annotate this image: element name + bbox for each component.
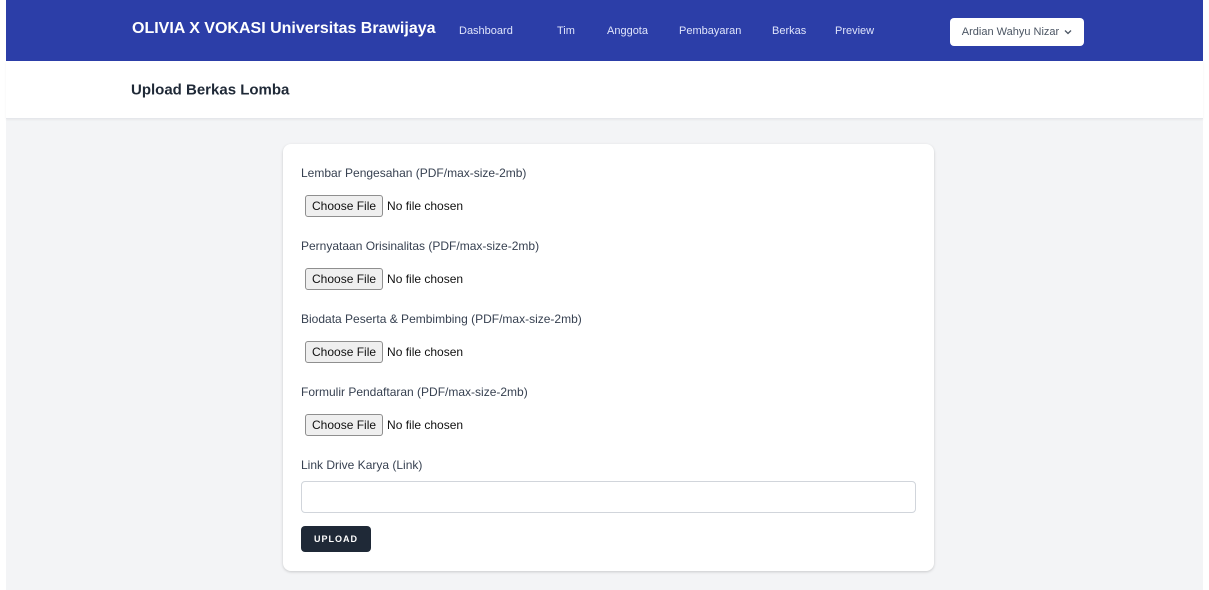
pernyataan-orisinalitas-label: Pernyataan Orisinalitas (PDF/max-size-2m… [301,239,540,253]
user-dropdown[interactable]: Ardian Wahyu Nizar [950,18,1084,46]
upload-button[interactable]: UPLOAD [301,526,371,552]
page-title: Upload Berkas Lomba [131,81,290,99]
pernyataan-orisinalitas-file-input[interactable]: Choose File No file chosen [305,268,463,290]
nav-tim[interactable]: Tim [557,25,575,37]
formulir-pendaftaran-label: Formulir Pendaftaran (PDF/max-size-2mb) [301,385,528,399]
nav-preview[interactable]: Preview [835,25,874,37]
link-drive-input[interactable] [301,481,916,513]
choose-file-button[interactable]: Choose File [305,268,384,290]
choose-file-button[interactable]: Choose File [305,195,384,217]
top-navbar: OLIVIA X VOKASI Universitas Brawijaya Da… [6,0,1203,61]
file-status: No file chosen [387,199,464,213]
choose-file-button[interactable]: Choose File [305,414,384,436]
lembar-pengesahan-file-input[interactable]: Choose File No file chosen [305,195,463,217]
page: OLIVIA X VOKASI Universitas Brawijaya Da… [6,0,1203,590]
lembar-pengesahan-label: Lembar Pengesahan (PDF/max-size-2mb) [301,166,527,180]
biodata-file-input[interactable]: Choose File No file chosen [305,341,463,363]
user-name: Ardian Wahyu Nizar [961,26,1060,38]
chevron-down-icon [1064,29,1072,35]
file-status: No file chosen [387,345,464,359]
link-drive-label: Link Drive Karya (Link) [301,458,423,472]
formulir-pendaftaran-file-input[interactable]: Choose File No file chosen [305,414,463,436]
brand-title[interactable]: OLIVIA X VOKASI Universitas Brawijaya [132,20,436,38]
nav-pembayaran[interactable]: Pembayaran [679,25,741,37]
choose-file-button[interactable]: Choose File [305,341,384,363]
file-status: No file chosen [387,418,464,432]
page-header: Upload Berkas Lomba [6,61,1203,119]
file-status: No file chosen [387,272,464,286]
biodata-label: Biodata Peserta & Pembimbing (PDF/max-si… [301,312,582,326]
nav-dashboard[interactable]: Dashboard [459,25,513,37]
nav-berkas[interactable]: Berkas [772,25,806,37]
nav-anggota[interactable]: Anggota [607,25,648,37]
upload-form-card: Lembar Pengesahan (PDF/max-size-2mb) Cho… [283,144,934,571]
